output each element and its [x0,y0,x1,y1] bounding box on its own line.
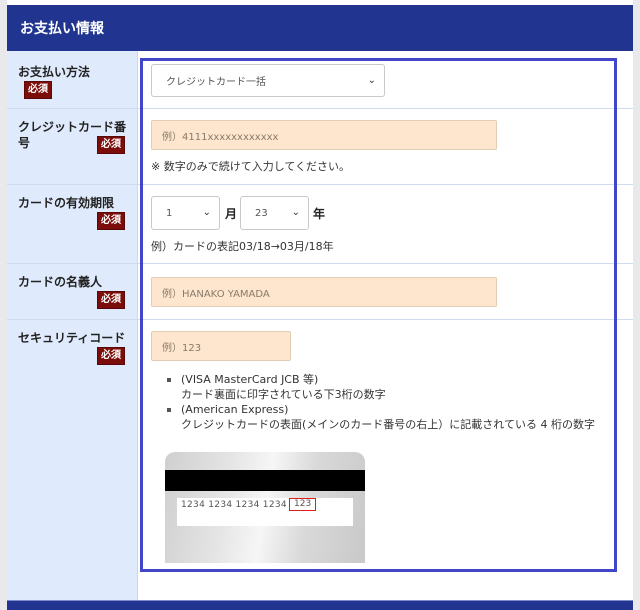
holder-name-placeholder: 例）HANAKO YAMADA [162,288,270,300]
holder-name-label: カードの名義人 [18,274,126,290]
required-badge: 必須 [97,136,125,154]
holder-name-label-text: カードの名義人 [18,275,103,289]
expiry-month-value: 1 [166,207,173,219]
security-code-label-text: セキュリティコード [18,331,126,345]
row-divider [7,319,633,320]
help-item-desc: カード裏面に印字されている下3桁の数字 [181,388,386,401]
row-divider [7,184,633,185]
chevron-down-icon: ⌄ [291,206,300,218]
security-code-label: セキュリティコード [18,330,126,346]
help-item-title: (VISA MasterCard JCB 等) [181,373,319,386]
card-number-label-line1: クレジットカード番 [18,120,127,134]
payment-method-label: お支払い方法 必須 [18,64,126,99]
section-title: お支払い情報 [20,21,104,37]
expiry-note: 例）カードの表記03/18→03月/18年 [151,240,334,253]
cvv-highlight: 123 [289,498,317,511]
month-unit: 月 [225,207,238,221]
card-number-input[interactable]: 例）4111xxxxxxxxxxxx [151,120,497,150]
required-badge: 必須 [24,81,52,99]
payment-method-value: クレジットカード一括 [166,77,266,88]
payment-form-page: お支払い情報 お支払い方法 必須 クレジットカード一括 ⌄ クレジットカード番 … [7,0,633,610]
help-item-title: (American Express) [181,403,289,416]
help-item-desc: クレジットカードの表面(メインのカード番号の右上）に記載されている 4 桁の数字 [181,418,595,431]
expiry-month-select[interactable]: 1 ⌄ [151,196,220,230]
required-badge: 必須 [97,291,125,309]
card-back-image: 1234 1234 1234 1234 123 [165,452,365,563]
required-badge: 必須 [97,212,125,230]
year-unit: 年 [313,207,326,221]
signature-panel: 1234 1234 1234 1234 123 [177,498,353,526]
expiry-label: カードの有効期限 [18,195,126,211]
help-item-amex: (American Express) クレジットカードの表面(メインのカード番号… [165,402,595,432]
row-divider [7,108,633,109]
help-item-visa: (VISA MasterCard JCB 等) カード裏面に印字されている下3桁… [165,372,595,402]
expiry-label-text: カードの有効期限 [18,196,115,210]
holder-name-input[interactable]: 例）HANAKO YAMADA [151,277,497,307]
security-code-placeholder: 例）123 [162,342,202,354]
row-divider [7,263,633,264]
magnetic-stripe [165,470,365,491]
payment-method-select[interactable]: クレジットカード一括 ⌄ [151,64,385,97]
chevron-down-icon: ⌄ [367,74,376,86]
card-number-print: 1234 1234 1234 1234 [181,500,287,510]
payment-method-label-text: お支払い方法 [18,65,91,79]
expiry-year-select[interactable]: 23 ⌄ [240,196,309,230]
section-header: お支払い情報 [7,5,633,51]
security-code-help-list: (VISA MasterCard JCB 等) カード裏面に印字されている下3桁… [165,372,595,432]
expiry-year-value: 23 [255,207,268,219]
security-code-input[interactable]: 例）123 [151,331,291,361]
card-number-note: ※ 数字のみで続けて入力してください。 [151,160,351,173]
required-badge: 必須 [97,347,125,365]
chevron-down-icon: ⌄ [202,206,211,218]
card-number-placeholder: 例）4111xxxxxxxxxxxx [162,131,279,143]
